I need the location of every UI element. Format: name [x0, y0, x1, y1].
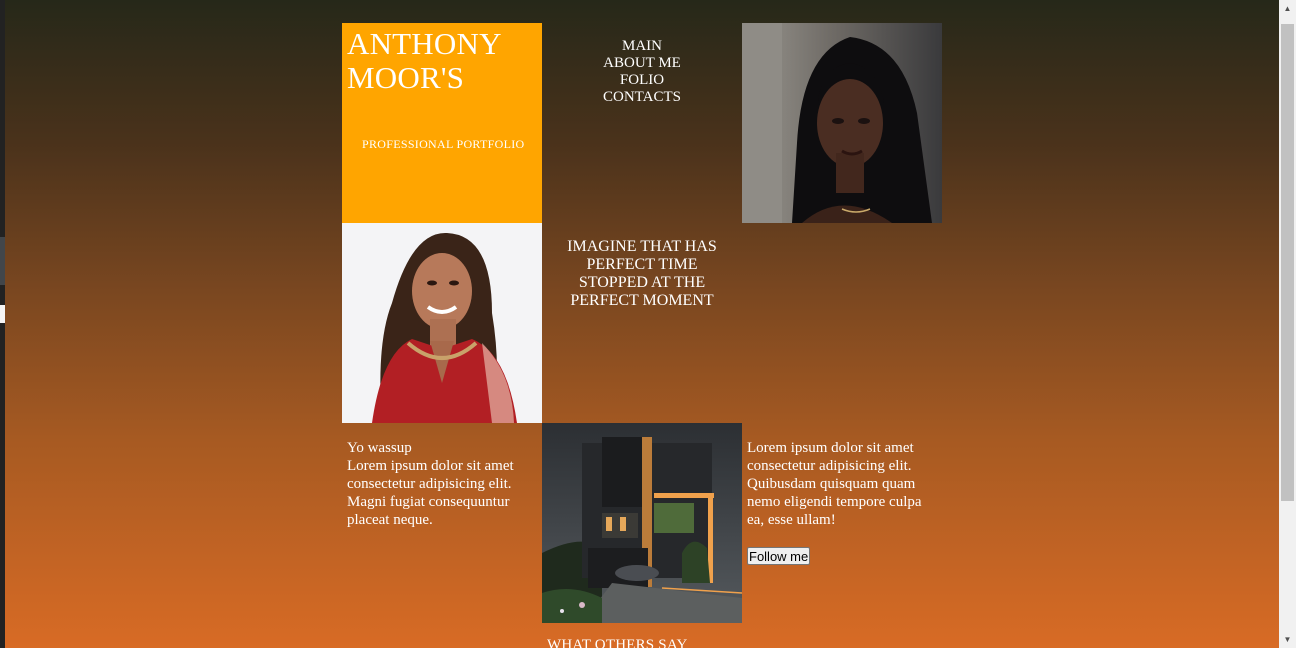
- site-subtitle: PROFESSIONAL PORTFOLIO: [362, 137, 525, 151]
- nav-link-main[interactable]: MAIN: [542, 38, 742, 55]
- scroll-down-arrow-icon[interactable]: ▼: [1279, 631, 1296, 648]
- left-edge-block-light: [0, 305, 5, 323]
- house-photo: [542, 423, 742, 623]
- portrait-photo-woman-dark-hair: [742, 23, 942, 223]
- follow-me-button[interactable]: Follow me: [747, 547, 811, 565]
- what-others-say-heading: WHAT OTHERS SAY: [547, 637, 688, 648]
- intro-body: Lorem ipsum dolor sit amet consectetur a…: [347, 458, 514, 528]
- left-edge-block: [0, 237, 5, 285]
- intro-heading: Yo wassup: [347, 440, 412, 456]
- intro-text-block: Yo wassup Lorem ipsum dolor sit amet con…: [342, 423, 542, 623]
- scrollbar-thumb[interactable]: [1281, 24, 1294, 501]
- vertical-scrollbar[interactable]: ▲ ▼: [1279, 0, 1296, 648]
- main-nav: MAIN ABOUT ME FOLIO CONTACTS: [542, 23, 742, 223]
- left-edge-strip: [0, 0, 5, 648]
- page-viewport: ANTHONY MOOR'S PROFESSIONAL PORTFOLIO MA…: [0, 0, 1279, 648]
- nav-link-about-me[interactable]: ABOUT ME: [542, 55, 742, 72]
- scroll-up-arrow-icon[interactable]: ▲: [1279, 0, 1296, 17]
- tagline-quote: IMAGINE THAT HAS PERFECT TIME STOPPED AT…: [567, 238, 717, 309]
- site-title: ANTHONY MOOR'S: [347, 26, 501, 95]
- nav-link-folio[interactable]: FOLIO: [542, 72, 742, 89]
- about-body: Lorem ipsum dolor sit amet consectetur a…: [747, 440, 922, 528]
- portrait-photo-woman-red-dress: [342, 223, 542, 423]
- title-block: ANTHONY MOOR'S PROFESSIONAL PORTFOLIO: [342, 23, 542, 223]
- about-text-block: Lorem ipsum dolor sit amet consectetur a…: [742, 423, 942, 623]
- nav-link-contacts[interactable]: CONTACTS: [542, 89, 742, 106]
